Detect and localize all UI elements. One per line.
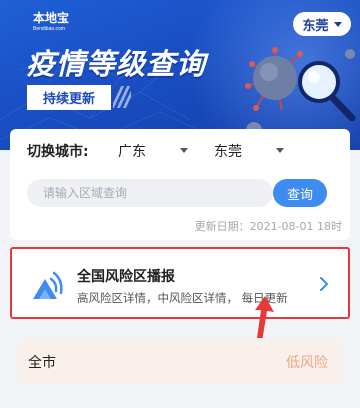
province-value: 广东 — [118, 144, 146, 160]
subtitle-tag: 持续更新 — [27, 85, 111, 110]
broadcast-signal-icon — [33, 271, 63, 299]
risk-area-name: 全市 — [28, 355, 56, 371]
dropdown-caret-icon — [180, 148, 188, 153]
search-button[interactable]: 查询 — [273, 179, 327, 207]
chevron-right-icon — [320, 277, 328, 291]
risk-list-item[interactable]: 全市 低风险 — [18, 338, 342, 384]
magnifier-icon — [298, 61, 356, 122]
dropdown-caret-icon — [276, 148, 284, 153]
city-switch-label-text: 切换城市: — [27, 144, 89, 160]
header-banner: 本地宝 Bendibao.com 东莞 疫情等级查询 持续更新 — [0, 0, 360, 150]
virus-icon — [245, 47, 303, 111]
broadcast-title: 全国风险区播报 — [77, 269, 175, 285]
update-date: 更新日期：2021-08-01 18时 — [194, 220, 342, 233]
logo-text: 本地宝 — [33, 11, 70, 25]
province-select[interactable]: 广东 — [118, 140, 192, 162]
logo-subtext: Bendibao.com — [33, 26, 65, 32]
city-search-card: 切换城市: 广东 东莞 查询 更新日期：2021-08-01 18时 — [10, 129, 350, 240]
page-title: 疫情等级查询 — [26, 47, 207, 81]
city-switch-label: 东莞 — [302, 18, 329, 34]
national-risk-broadcast[interactable]: 全国风险区播报 高风险区详情，中风险区详情， 每日更新 — [10, 247, 350, 319]
area-search-input[interactable] — [27, 179, 273, 207]
broadcast-description: 高风险区详情，中风险区详情， 每日更新 — [77, 291, 288, 305]
city-value: 东莞 — [214, 144, 242, 160]
city-switch-button[interactable]: 东莞 — [293, 12, 351, 36]
bendibao-logo: 本地宝 Bendibao.com — [33, 9, 73, 37]
stripes-decoration — [113, 86, 131, 108]
caret-down-icon — [333, 21, 342, 27]
city-select[interactable]: 东莞 — [214, 140, 288, 162]
risk-level-badge: 低风险 — [286, 355, 328, 371]
